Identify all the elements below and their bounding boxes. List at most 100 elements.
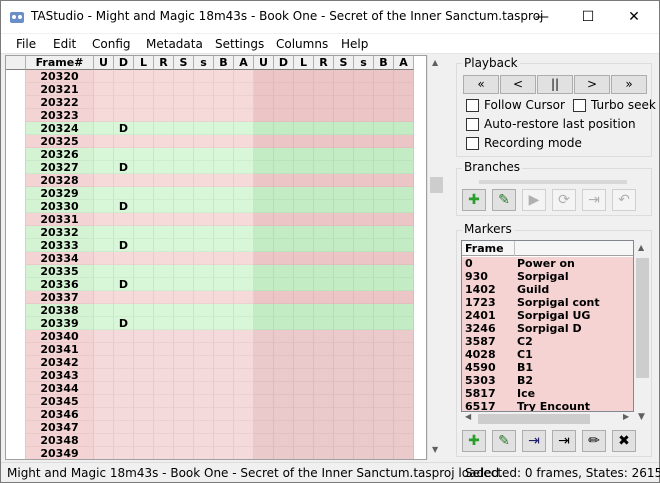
marker-row[interactable]: 5817 Ice (462, 387, 633, 400)
markers-scroll-left-icon[interactable]: ◀ (465, 412, 471, 421)
frame-cell[interactable]: 20332 (26, 226, 94, 239)
input-cell-p1-A[interactable] (234, 96, 254, 109)
input-cell-p2-A[interactable] (394, 382, 414, 395)
input-cell-p1-R[interactable] (154, 109, 174, 122)
pause-button[interactable]: || (537, 75, 573, 94)
frame-cell[interactable]: 20345 (26, 395, 94, 408)
input-cell-p2-D[interactable] (274, 317, 294, 330)
input-cell-p2-s[interactable] (354, 265, 374, 278)
input-cell-p2-s[interactable] (354, 174, 374, 187)
input-cell-p1-s[interactable] (194, 395, 214, 408)
input-cell-p1-D[interactable]: D (114, 317, 134, 330)
markers-list[interactable]: Frame 0 Power on 930 Sorpigal 1402 Guild 1723 S… (461, 240, 634, 412)
input-cell-p1-U[interactable] (94, 109, 114, 122)
input-cell-p2-D[interactable] (274, 161, 294, 174)
table-row[interactable]: 20325 (6, 135, 426, 148)
input-cell-p2-L[interactable] (294, 252, 314, 265)
input-cell-p1-R[interactable] (154, 252, 174, 265)
row-indicator[interactable] (6, 135, 26, 148)
input-cell-p2-B[interactable] (374, 148, 394, 161)
menu-columns[interactable]: Columns (276, 37, 328, 51)
table-row[interactable]: 20344 (6, 382, 426, 395)
input-cell-p1-S[interactable] (174, 161, 194, 174)
table-row[interactable]: 20335 (6, 265, 426, 278)
input-cell-p1-L[interactable] (134, 187, 154, 200)
input-cell-p1-B[interactable] (214, 161, 234, 174)
table-row[interactable]: 20342 (6, 356, 426, 369)
input-cell-p2-s[interactable] (354, 304, 374, 317)
column-header-p1-s[interactable]: s (194, 56, 214, 70)
row-indicator[interactable] (6, 278, 26, 291)
marker-row[interactable]: 5303 B2 (462, 374, 633, 387)
marker-row[interactable]: 1723 Sorpigal cont (462, 296, 633, 309)
input-cell-p1-A[interactable] (234, 83, 254, 96)
frame-cell[interactable]: 20333 (26, 239, 94, 252)
input-cell-p1-D[interactable] (114, 174, 134, 187)
row-indicator[interactable] (6, 382, 26, 395)
input-cell-p2-L[interactable] (294, 122, 314, 135)
recording-mode-checkbox[interactable] (466, 137, 479, 150)
column-header-p1-R[interactable]: R (154, 56, 174, 70)
next-marker-button[interactable]: ⇥ (552, 430, 576, 452)
input-cell-p2-B[interactable] (374, 278, 394, 291)
input-cell-p2-A[interactable] (394, 252, 414, 265)
table-row[interactable]: 20327 D (6, 161, 426, 174)
input-cell-p2-A[interactable] (394, 96, 414, 109)
row-indicator[interactable] (6, 252, 26, 265)
input-cell-p1-A[interactable] (234, 265, 254, 278)
input-cell-p1-D[interactable] (114, 369, 134, 382)
input-cell-p1-s[interactable] (194, 200, 214, 213)
input-cell-p2-R[interactable] (314, 343, 334, 356)
input-cell-p1-D[interactable] (114, 447, 134, 459)
input-cell-p2-s[interactable] (354, 317, 374, 330)
input-cell-p2-s[interactable] (354, 395, 374, 408)
input-cell-p1-S[interactable] (174, 148, 194, 161)
input-cell-p1-D[interactable] (114, 408, 134, 421)
input-cell-p1-U[interactable] (94, 226, 114, 239)
input-cell-p1-R[interactable] (154, 96, 174, 109)
input-cell-p2-D[interactable] (274, 135, 294, 148)
input-cell-p1-S[interactable] (174, 395, 194, 408)
menu-file[interactable]: File (16, 37, 36, 51)
input-cell-p2-S[interactable] (334, 135, 354, 148)
input-cell-p2-U[interactable] (254, 421, 274, 434)
input-cell-p1-A[interactable] (234, 70, 254, 83)
input-cell-p2-L[interactable] (294, 226, 314, 239)
table-row[interactable]: 20338 (6, 304, 426, 317)
input-cell-p1-U[interactable] (94, 434, 114, 447)
input-cell-p1-D[interactable]: D (114, 122, 134, 135)
input-cell-p2-s[interactable] (354, 226, 374, 239)
input-cell-p1-L[interactable] (134, 356, 154, 369)
row-indicator[interactable] (6, 187, 26, 200)
input-cell-p1-s[interactable] (194, 239, 214, 252)
input-cell-p1-D[interactable] (114, 421, 134, 434)
input-cell-p1-L[interactable] (134, 161, 154, 174)
table-row[interactable]: 20331 (6, 213, 426, 226)
input-cell-p2-A[interactable] (394, 187, 414, 200)
input-cell-p2-L[interactable] (294, 70, 314, 83)
table-row[interactable]: 20330 D (6, 200, 426, 213)
input-cell-p1-s[interactable] (194, 369, 214, 382)
input-cell-p2-s[interactable] (354, 135, 374, 148)
input-cell-p2-S[interactable] (334, 343, 354, 356)
input-cell-p1-R[interactable] (154, 317, 174, 330)
input-cell-p2-U[interactable] (254, 369, 274, 382)
frame-cell[interactable]: 20334 (26, 252, 94, 265)
table-row[interactable]: 20339 D (6, 317, 426, 330)
frame-cell[interactable]: 20343 (26, 369, 94, 382)
table-row[interactable]: 20337 (6, 291, 426, 304)
input-cell-p2-D[interactable] (274, 239, 294, 252)
input-cell-p2-U[interactable] (254, 148, 274, 161)
maximize-button[interactable]: ☐ (565, 1, 611, 33)
input-cell-p2-L[interactable] (294, 83, 314, 96)
input-cell-p2-A[interactable] (394, 434, 414, 447)
frame-cell[interactable]: 20342 (26, 356, 94, 369)
input-cell-p1-R[interactable] (154, 200, 174, 213)
input-cell-p2-U[interactable] (254, 174, 274, 187)
input-cell-p1-L[interactable] (134, 213, 154, 226)
table-row[interactable]: 20334 (6, 252, 426, 265)
add-branch-button[interactable]: ✚ (462, 189, 486, 211)
input-cell-p1-U[interactable] (94, 135, 114, 148)
input-cell-p1-R[interactable] (154, 83, 174, 96)
input-cell-p2-S[interactable] (334, 239, 354, 252)
